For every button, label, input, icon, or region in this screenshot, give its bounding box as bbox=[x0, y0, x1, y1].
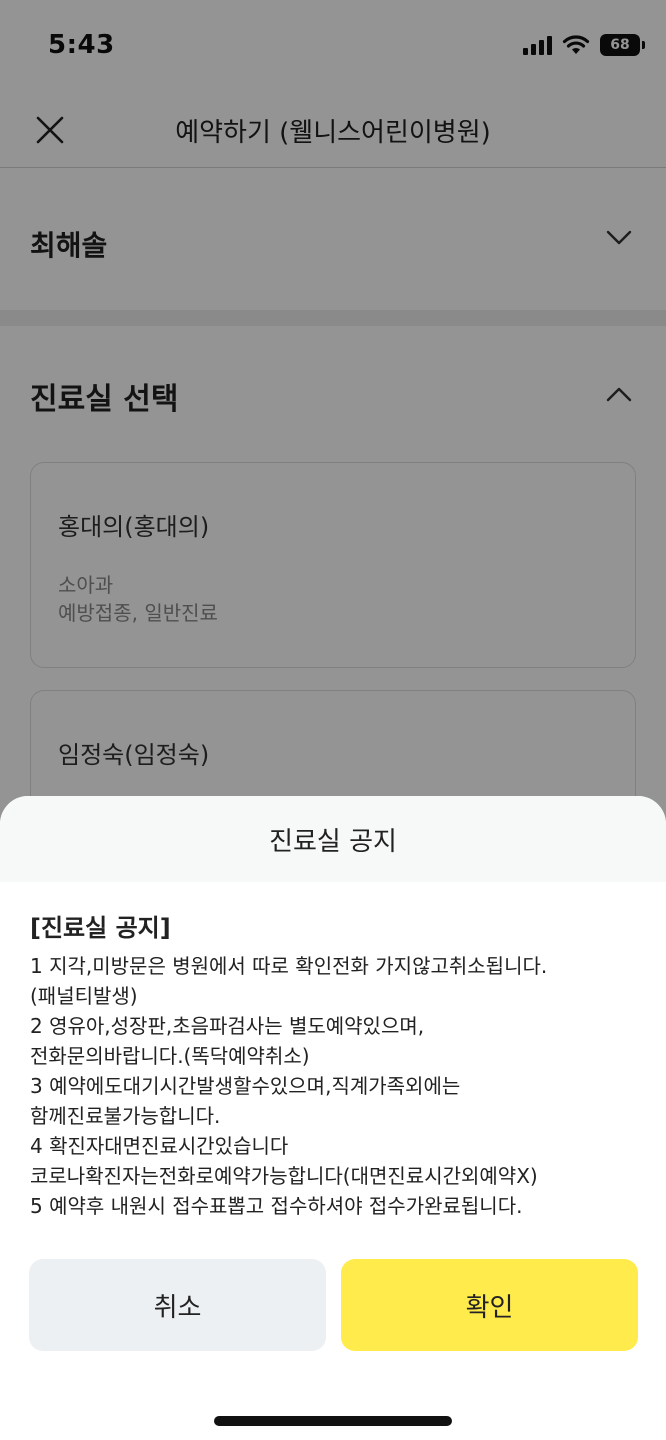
notice-line: 4 확진자대면진료시간있습니다 bbox=[30, 1134, 289, 1158]
notice-line: 함께진료불가능합니다. bbox=[30, 1104, 221, 1128]
notice-title: [진료실 공지] bbox=[30, 914, 171, 942]
notice-line: 2 영유아,성장판,초음파검사는 별도예약있으며, bbox=[30, 1014, 425, 1038]
cancel-button[interactable]: 취소 bbox=[29, 1259, 326, 1351]
notice-body: [진료실 공지] 1 지각,미방문은 병원에서 따로 확인전화 가지않고취소됩니… bbox=[0, 882, 666, 1221]
confirm-button[interactable]: 확인 bbox=[341, 1259, 638, 1351]
notice-line: 전화문의바랍니다.(똑닥예약취소) bbox=[30, 1044, 310, 1068]
home-indicator bbox=[214, 1416, 452, 1426]
notice-line: 5 예약후 내원시 접수표뽑고 접수하셔야 접수가완료됩니다. bbox=[30, 1194, 523, 1218]
notice-bottom-sheet: 진료실 공지 [진료실 공지] 1 지각,미방문은 병원에서 따로 확인전화 가… bbox=[0, 796, 666, 1440]
notice-line: 코로나확진자는전화로예약가능합니다(대면진료시간외예약X) bbox=[30, 1164, 538, 1188]
notice-line: (패널티발생) bbox=[30, 984, 138, 1008]
notice-line: 1 지각,미방문은 병원에서 따로 확인전화 가지않고취소됩니다. bbox=[30, 954, 548, 978]
sheet-title: 진료실 공지 bbox=[0, 796, 666, 882]
notice-line: 3 예약에도대기시간발생할수있으며,직계가족외에는 bbox=[30, 1074, 461, 1098]
